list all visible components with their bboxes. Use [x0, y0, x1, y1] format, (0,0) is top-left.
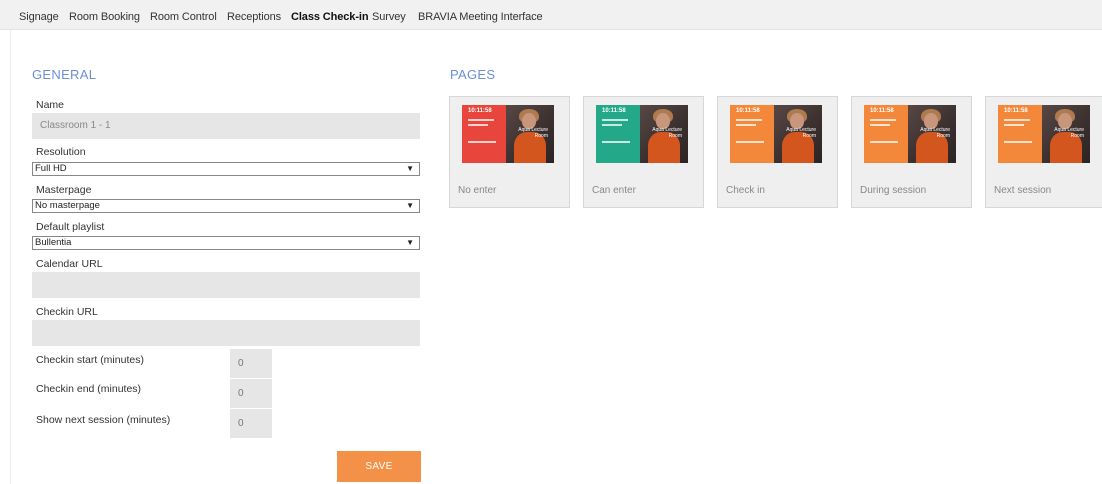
tab-room-booking[interactable]: Room Booking	[69, 11, 140, 23]
masterpage-value: No masterpage	[35, 200, 100, 211]
page-card-label: Next session	[994, 185, 1052, 196]
chevron-down-icon: ▼	[406, 164, 414, 173]
default-playlist-select[interactable]: Bullentia ▼	[32, 236, 420, 250]
next-session-label: Show next session (minutes)	[36, 414, 171, 426]
masterpage-select[interactable]: No masterpage ▼	[32, 199, 420, 213]
masterpage-label: Masterpage	[36, 184, 92, 196]
page-thumbnail: 10:11:58 Aqua Lecture Room	[998, 105, 1090, 163]
resolution-select[interactable]: Full HD ▼	[32, 162, 420, 176]
tab-bravia-meeting-interface[interactable]: BRAVIA Meeting Interface	[418, 11, 543, 23]
checkin-url-field[interactable]	[32, 320, 420, 346]
page-card-can-enter[interactable]: 10:11:58 Aqua Lecture Room Can enter	[583, 96, 704, 208]
page-card-label: Check in	[726, 185, 765, 196]
next-session-field[interactable]: 0	[230, 409, 272, 438]
thumbnail-time: 10:11:58	[736, 108, 760, 114]
tab-room-control[interactable]: Room Control	[150, 11, 217, 23]
resolution-value: Full HD	[35, 163, 67, 174]
name-label: Name	[36, 99, 65, 111]
thumbnail-time: 10:11:58	[468, 108, 492, 114]
chevron-down-icon: ▼	[406, 201, 414, 210]
thumbnail-room: Aqua Lecture Room	[1054, 127, 1084, 139]
page-card-during-session[interactable]: 10:11:58 Aqua Lecture Room During sessio…	[851, 96, 972, 208]
save-button[interactable]: SAVE	[337, 451, 421, 482]
default-playlist-value: Bullentia	[35, 237, 72, 248]
checkin-end-field[interactable]: 0	[230, 379, 272, 408]
pages-section-title: PAGES	[450, 67, 496, 82]
name-field[interactable]: Classroom 1 - 1	[32, 113, 420, 139]
checkin-end-label: Checkin end (minutes)	[36, 383, 142, 395]
tab-receptions[interactable]: Receptions	[227, 11, 281, 23]
thumbnail-time: 10:11:58	[602, 108, 626, 114]
tab-bar: Signage Room Booking Room Control Recept…	[0, 0, 1102, 30]
thumbnail-room: Aqua Lecture Room	[652, 127, 682, 139]
page-thumbnail: 10:11:58 Aqua Lecture Room	[596, 105, 688, 163]
page-thumbnail: 10:11:58 Aqua Lecture Room	[864, 105, 956, 163]
page-card-no-enter[interactable]: 10:11:58 Aqua Lecture Room No enter	[449, 96, 570, 208]
thumbnail-time: 10:11:58	[1004, 108, 1028, 114]
checkin-start-label: Checkin start (minutes)	[36, 354, 144, 366]
calendar-url-field[interactable]	[32, 272, 420, 298]
tab-survey[interactable]: Survey	[372, 11, 406, 23]
page-card-label: During session	[860, 185, 927, 196]
general-section-title: GENERAL	[32, 67, 97, 82]
page-card-check-in[interactable]: 10:11:58 Aqua Lecture Room Check in	[717, 96, 838, 208]
thumbnail-room: Aqua Lecture Room	[920, 127, 950, 139]
default-playlist-label: Default playlist	[36, 221, 105, 233]
checkin-start-field[interactable]: 0	[230, 349, 272, 378]
page-card-label: Can enter	[592, 185, 636, 196]
thumbnail-time: 10:11:58	[870, 108, 894, 114]
thumbnail-room: Aqua Lecture Room	[786, 127, 816, 139]
checkin-url-label: Checkin URL	[36, 306, 98, 318]
chevron-down-icon: ▼	[406, 238, 414, 247]
page-thumbnail: 10:11:58 Aqua Lecture Room	[730, 105, 822, 163]
page-thumbnail: 10:11:58 Aqua Lecture Room	[462, 105, 554, 163]
thumbnail-room: Aqua Lecture Room	[518, 127, 548, 139]
calendar-url-label: Calendar URL	[36, 258, 103, 270]
tab-class-check-in[interactable]: Class Check-in	[284, 0, 375, 30]
resolution-label: Resolution	[36, 146, 86, 158]
page-card-label: No enter	[458, 185, 497, 196]
page-card-next-session[interactable]: 10:11:58 Aqua Lecture Room Next session	[985, 96, 1102, 208]
tab-signage[interactable]: Signage	[19, 11, 59, 23]
